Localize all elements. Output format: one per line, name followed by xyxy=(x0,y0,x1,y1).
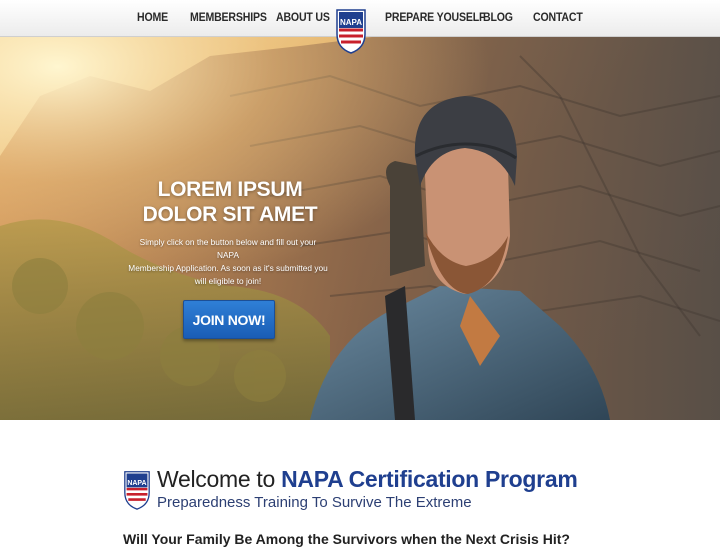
welcome-heading: Welcome to NAPA Certification Program xyxy=(157,466,578,493)
nav-blog[interactable]: BLOG xyxy=(483,10,513,24)
napa-shield-icon: NAPA xyxy=(336,9,366,54)
nav-contact[interactable]: CONTACT xyxy=(533,10,583,24)
hero-banner: LOREM IPSUM DOLOR SIT AMET Simply click … xyxy=(0,36,720,420)
napa-logo[interactable]: NAPA xyxy=(335,8,367,54)
hero-text-line1: Simply click on the button below and fil… xyxy=(139,237,317,260)
welcome-logo-text: NAPA xyxy=(127,480,146,487)
welcome-subtitle: Preparedness Training To Survive The Ext… xyxy=(157,494,472,511)
nav-home[interactable]: HOME xyxy=(137,10,168,24)
hero-title: LOREM IPSUM DOLOR SIT AMET xyxy=(130,177,330,227)
nav-prepare-yourself[interactable]: PREPARE YOUSELF xyxy=(385,10,485,24)
hero-background-image xyxy=(0,36,720,420)
hero-title-line2: DOLOR SIT AMET xyxy=(142,203,318,226)
hero-text-line2: Membership Application. As soon as it's … xyxy=(128,263,328,273)
napa-shield-icon: NAPA xyxy=(124,471,150,510)
nav-about-us[interactable]: ABOUT US xyxy=(276,10,330,24)
logo-text: NAPA xyxy=(340,18,362,27)
hero-description: Simply click on the button below and fil… xyxy=(128,236,328,288)
hero-text-line3: will eligible to join! xyxy=(194,276,262,286)
nav-memberships[interactable]: MEMBERSHIPS xyxy=(190,10,267,24)
welcome-logo: NAPA xyxy=(123,470,151,510)
welcome-prefix: Welcome to xyxy=(157,466,276,492)
hero-title-line1: LOREM IPSUM xyxy=(157,178,303,201)
welcome-brand: NAPA Certification Program xyxy=(281,466,578,492)
join-now-button[interactable]: JOIN NOW! xyxy=(183,300,275,339)
section-heading-cutoff: Will Your Family Be Among the Survivors … xyxy=(123,531,570,547)
